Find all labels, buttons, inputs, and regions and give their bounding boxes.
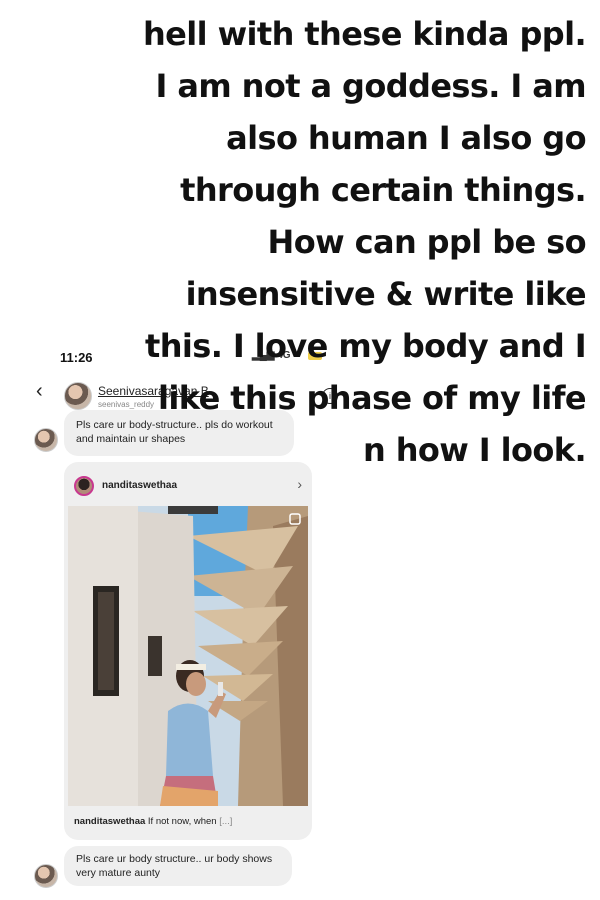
avatar xyxy=(34,864,58,888)
post-author-username[interactable]: nanditaswethaa xyxy=(102,480,177,491)
caption-line: n how I look. xyxy=(362,431,587,469)
post-photo[interactable] xyxy=(68,506,308,806)
back-button[interactable]: ‹ xyxy=(36,380,43,403)
message-bubble: Pls care ur body structure.. ur body sho… xyxy=(64,846,292,886)
caption-line: also human I also go xyxy=(226,119,586,157)
chevron-right-icon[interactable]: › xyxy=(297,476,302,492)
post-caption: nanditaswethaa If not now, when [...] xyxy=(74,816,232,827)
caption-line: I am not a goddess. I am xyxy=(155,67,587,105)
post-caption-username: nanditaswethaa xyxy=(74,816,146,827)
caption-line: How can ppl be so xyxy=(267,223,587,261)
chat-contact-handle: seenivas_reddy xyxy=(98,400,155,409)
caption-line: like this phase of my life xyxy=(158,379,587,417)
post-caption-more[interactable]: [...] xyxy=(219,816,232,827)
chevron-left-icon: ‹ xyxy=(36,380,43,402)
post-caption-text: If not now, when xyxy=(147,816,217,827)
caption-line: insensitive & write like xyxy=(185,275,587,313)
status-time: 11:26 xyxy=(60,350,93,365)
caption-line: hell with these kinda ppl. xyxy=(143,15,587,53)
caption-line: this. I love my body and I xyxy=(145,327,587,365)
avatar xyxy=(34,428,58,452)
avatar[interactable] xyxy=(64,382,92,410)
shared-post[interactable]: nanditaswethaa › nanditaswethaa If not n… xyxy=(64,462,312,840)
caption-line: through certain things. xyxy=(180,171,586,209)
post-author-avatar xyxy=(74,476,94,496)
